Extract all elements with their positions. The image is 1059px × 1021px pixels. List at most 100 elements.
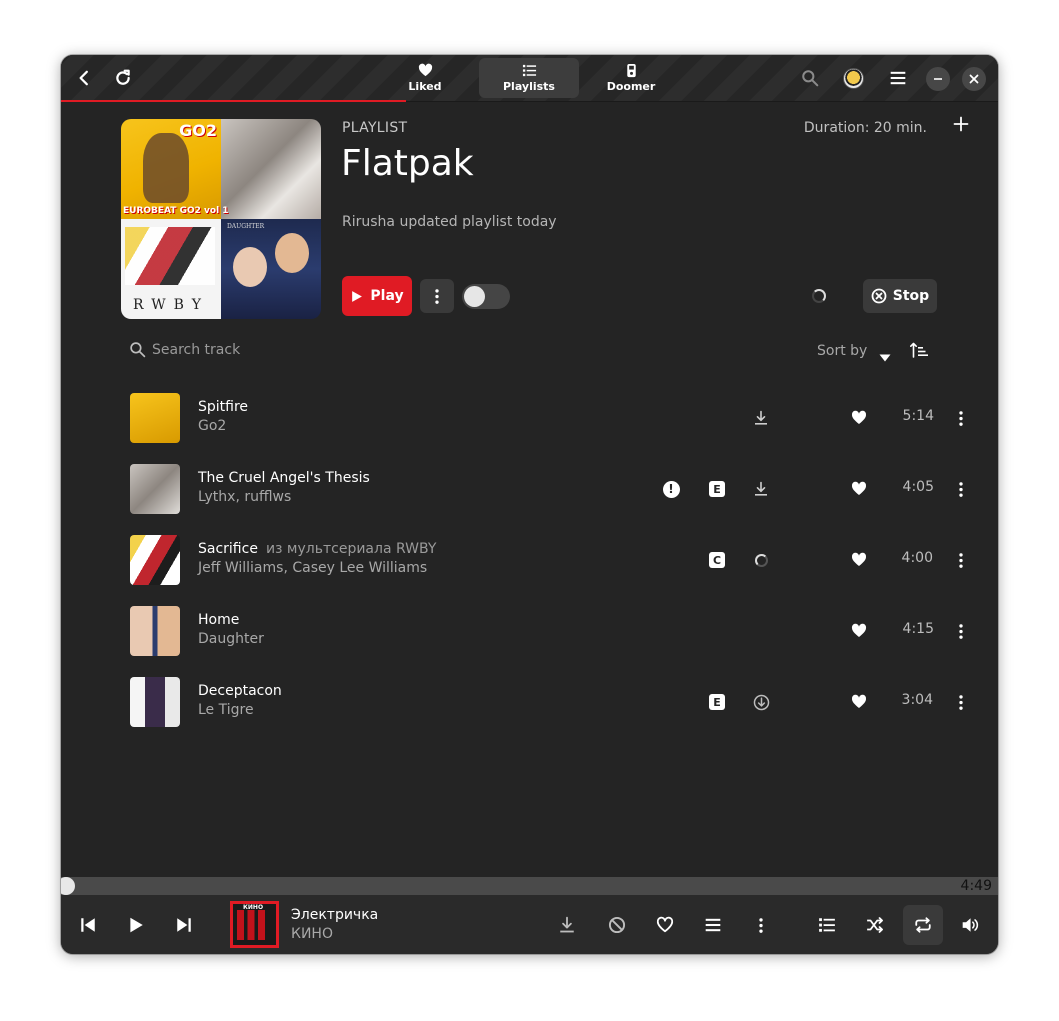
track-title: Sacrifice из мультсериала RWBY: [198, 541, 436, 557]
minimize-button[interactable]: [926, 67, 950, 91]
cover-go2-text: GO2: [179, 121, 217, 140]
switch-knob: [464, 286, 485, 307]
seek-bar[interactable]: [61, 877, 998, 895]
refresh-button[interactable]: [108, 63, 138, 93]
cover-rwby-text: RWBY: [133, 297, 209, 313]
add-button[interactable]: [951, 114, 971, 134]
close-window-button[interactable]: [962, 67, 986, 91]
track-more-button[interactable]: [951, 692, 971, 712]
shuffle-button[interactable]: [860, 910, 890, 940]
track-row[interactable]: The Cruel Angel's Thesis Lythx, rufflws …: [121, 456, 963, 522]
like-button[interactable]: [849, 479, 869, 499]
now-playing-thumbnail[interactable]: КИНО: [230, 901, 279, 948]
more-vertical-icon: [435, 288, 439, 304]
main-menu-button[interactable]: [883, 63, 913, 93]
track-artist: Jeff Williams, Casey Lee Williams: [198, 560, 428, 576]
search-track-input[interactable]: [152, 341, 352, 358]
back-button[interactable]: [69, 63, 99, 93]
repeat-button[interactable]: [903, 905, 943, 945]
track-duration: 4:15: [902, 621, 934, 637]
cover-daughter-text: DAUGHTER: [227, 223, 265, 230]
track-thumbnail: [130, 535, 180, 585]
cover-art-go2: GO2 EUROBEAT GO2 vol 1: [121, 119, 229, 219]
device-icon: [626, 63, 636, 78]
like-button[interactable]: [849, 621, 869, 641]
track-thumbnail: [130, 606, 180, 656]
player-bar: КИНО Электричка КИНО: [61, 895, 998, 954]
player-more-button[interactable]: [746, 910, 776, 940]
queue-button[interactable]: [698, 910, 728, 940]
heart-filled-icon: [851, 481, 867, 495]
cover-rwby-art: [125, 227, 215, 285]
download-button[interactable]: [751, 408, 771, 428]
tab-playlists[interactable]: Playlists: [479, 58, 579, 98]
like-button[interactable]: [849, 692, 869, 712]
tab-doomer[interactable]: Doomer: [581, 58, 681, 98]
playlist-toggle-switch[interactable]: [462, 284, 510, 309]
play-icon: [130, 917, 143, 933]
clean-badge-icon: C: [707, 550, 727, 570]
track-title: Home: [198, 612, 239, 628]
cover-eurobeat-text: EUROBEAT GO2 vol 1: [123, 206, 229, 216]
play-pause-button[interactable]: [121, 910, 151, 940]
track-more-button[interactable]: [951, 479, 971, 499]
sort-order-button[interactable]: [910, 342, 928, 362]
track-title: Spitfire: [198, 399, 248, 415]
sort-by-label[interactable]: Sort by: [817, 343, 867, 359]
explicit-badge-icon: E: [707, 479, 727, 499]
track-duration: 3:04: [901, 692, 933, 708]
downloaded-icon[interactable]: [751, 692, 771, 712]
like-button[interactable]: [849, 550, 869, 570]
playlist-view-button[interactable]: [812, 910, 842, 940]
heart-outline-icon: [656, 916, 674, 933]
track-row[interactable]: Sacrifice из мультсериала RWBY Jeff Willi…: [121, 527, 963, 593]
heart-filled-icon: [851, 694, 867, 708]
download-circle-icon: [753, 694, 769, 710]
player-download-button[interactable]: [552, 910, 582, 940]
track-more-button[interactable]: [951, 550, 971, 570]
warning-icon: !: [661, 479, 681, 499]
sort-ascending-icon: [910, 342, 928, 358]
minimize-icon: [934, 78, 942, 80]
play-icon: [352, 290, 363, 302]
download-button[interactable]: [751, 479, 771, 499]
skip-next-icon: [177, 918, 191, 932]
more-vertical-icon: [959, 623, 963, 639]
now-playing-artist[interactable]: КИНО: [291, 926, 333, 942]
user-avatar[interactable]: [843, 68, 864, 89]
playlist-more-button[interactable]: [420, 279, 454, 313]
track-artist: Le Tigre: [198, 702, 254, 718]
volume-button[interactable]: [955, 910, 985, 940]
player-like-button[interactable]: [650, 910, 680, 940]
download-loading-icon: [751, 550, 771, 570]
tab-liked-label: Liked: [408, 80, 442, 93]
playlist-subtitle: Rirusha updated playlist today: [342, 214, 557, 230]
cover-art-daughter: DAUGHTER: [221, 219, 321, 319]
tab-liked[interactable]: Liked: [375, 58, 475, 98]
app-window: Liked Playlists Doomer GO2 EUROBEAT GO2 …: [61, 55, 998, 954]
play-playlist-button[interactable]: Play: [342, 276, 412, 316]
dislike-button[interactable]: [602, 910, 632, 940]
caret-down-icon: [879, 354, 891, 362]
now-playing-title[interactable]: Электричка: [291, 907, 378, 923]
track-row[interactable]: Home Daughter 4:15: [121, 598, 963, 664]
cover-face-2: [275, 233, 309, 273]
playlist-cover: GO2 EUROBEAT GO2 vol 1 RWBY DAUGHTER: [121, 119, 321, 319]
track-more-button[interactable]: [951, 621, 971, 641]
track-artist: Go2: [198, 418, 227, 434]
sort-dropdown-button[interactable]: [879, 347, 891, 366]
previous-track-button[interactable]: [73, 910, 103, 940]
search-toggle-button[interactable]: [795, 63, 825, 93]
more-vertical-icon: [959, 481, 963, 497]
back-arrow-icon: [79, 70, 88, 86]
track-row[interactable]: Deceptacon Le Tigre E 3:04: [121, 669, 963, 735]
plus-icon: [953, 116, 969, 132]
more-vertical-icon: [959, 694, 963, 710]
like-button[interactable]: [849, 408, 869, 428]
track-row[interactable]: Spitfire Go2 5:14: [121, 385, 963, 451]
next-track-button[interactable]: [169, 910, 199, 940]
search-icon: [802, 70, 819, 87]
stop-button[interactable]: Stop: [863, 279, 937, 313]
track-more-button[interactable]: [951, 408, 971, 428]
queue-icon: [705, 918, 721, 932]
